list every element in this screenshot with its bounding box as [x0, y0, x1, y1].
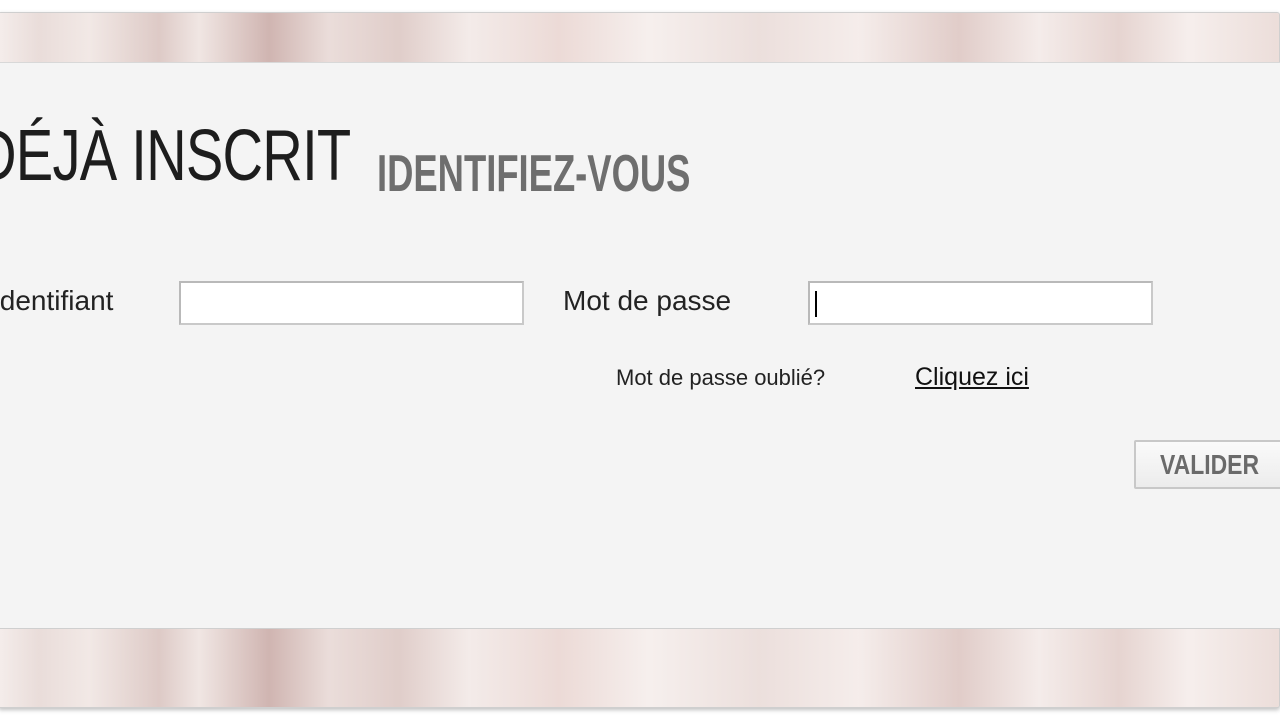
page-subtitle: IDENTIFIEZ-VOUS [377, 145, 691, 203]
password-input[interactable] [808, 281, 1153, 325]
validate-button-label: VALIDER [1160, 448, 1260, 480]
identifiant-label: Identifiant [0, 285, 114, 316]
text-caret [815, 291, 817, 317]
forgot-password-text: Mot de passe oublié? [616, 365, 826, 390]
page-title: DÉJÀ INSCRIT [0, 116, 351, 196]
identifiant-input[interactable] [179, 281, 524, 325]
forgot-password-link[interactable]: Cliquez ici [915, 363, 1029, 391]
page-frame: DÉJÀ INSCRIT IDENTIFIEZ-VOUS Identifiant… [0, 0, 1280, 720]
password-label: Mot de passe [563, 285, 732, 316]
validate-button[interactable]: VALIDER [1134, 440, 1280, 489]
